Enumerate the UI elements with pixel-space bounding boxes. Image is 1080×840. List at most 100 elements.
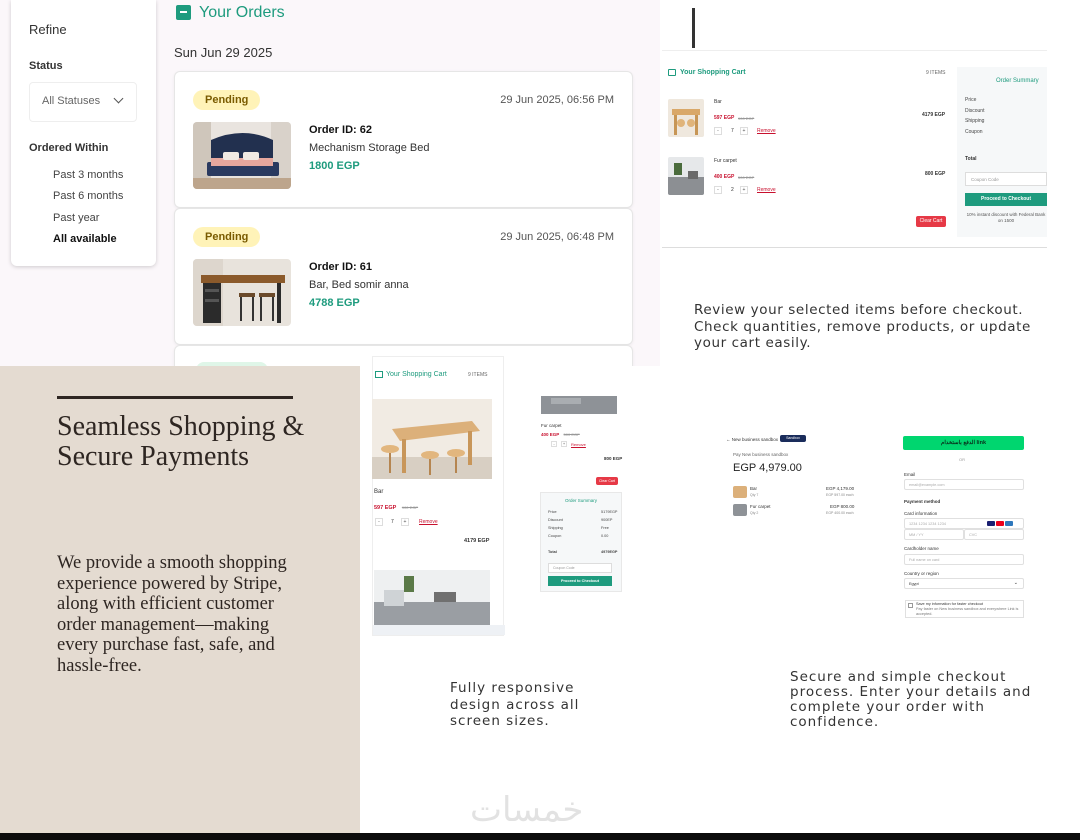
summary-label: Discount <box>548 518 563 522</box>
range-option-6-months[interactable]: Past 6 months <box>53 190 123 202</box>
order-card[interactable]: Pending 29 Jun 2025, 06:48 PM Order ID: … <box>174 208 633 345</box>
mastercard-icon <box>996 521 1004 526</box>
coupon-input[interactable]: Coupon Code <box>548 563 612 573</box>
summary-total-label: Total <box>548 550 557 554</box>
order-price: 1800 EGP <box>309 160 360 172</box>
card-expiry-field[interactable]: MM / YY <box>904 529 964 540</box>
pay-with-link-button[interactable]: الدفع باستخدام link <box>903 436 1024 450</box>
remove-button[interactable]: Remove <box>419 519 438 525</box>
qty-increment-button[interactable]: + <box>561 441 567 447</box>
product-image-carpet <box>374 570 490 625</box>
summary-value: 900EP <box>601 518 613 522</box>
refine-title: Refine <box>29 22 67 37</box>
qty-value: 2 <box>731 187 734 193</box>
order-card[interactable]: Pending 29 Jun 2025, 06:56 PM Order ID: … <box>174 71 633 208</box>
order-datetime: 29 Jun 2025, 06:48 PM <box>500 231 614 243</box>
range-option-past-year[interactable]: Past year <box>53 212 99 224</box>
cart-item-total: 800 EGP <box>604 456 623 461</box>
cart-item-total: 4179 EGP <box>922 112 946 118</box>
country-value: Egypt <box>909 582 919 586</box>
cart-icon <box>668 69 676 76</box>
qty-increment-button[interactable]: + <box>401 518 409 526</box>
order-id: Order ID: 62 <box>309 124 372 136</box>
card-cvc-field[interactable]: CVC <box>964 529 1024 540</box>
range-option-3-months[interactable]: Past 3 months <box>53 169 123 181</box>
qty-decrement-button[interactable]: - <box>551 441 557 447</box>
summary-label: Coupon <box>965 129 983 135</box>
coupon-input[interactable]: Coupon Code <box>965 172 1047 186</box>
checkout-item-unit: EGP 400.00 each <box>826 511 854 515</box>
orders-screenshot: Refine Status All Statuses Ordered Withi… <box>0 0 660 366</box>
chevron-down-icon: ⌄ <box>1013 580 1018 586</box>
payment-method-heading: Payment method <box>904 499 941 504</box>
product-image-bar <box>372 399 492 479</box>
promo-title: Seamless Shopping & Secure Payments <box>57 411 305 472</box>
range-option-all[interactable]: All available <box>53 233 117 245</box>
email-label: Email <box>904 472 916 477</box>
country-select[interactable]: Egypt ⌄ <box>904 578 1024 589</box>
checkout-amount: EGP 4,979.00 <box>733 462 802 474</box>
remove-button[interactable]: Remove <box>757 187 776 193</box>
checkout-item-price: EGP 800.00 <box>830 504 855 509</box>
cart-item-name: Fur carpet <box>714 158 737 164</box>
status-badge: Pending <box>193 227 261 247</box>
business-name[interactable]: ← New business sandbox <box>726 437 778 442</box>
cart-item-count: 9 ITEMS <box>926 70 946 76</box>
order-product-name: Bar, Bed somir anna <box>309 279 409 291</box>
clear-cart-button[interactable]: Clear Cart <box>596 477 618 485</box>
orders-heading: Your Orders <box>199 4 285 21</box>
remove-button[interactable]: Remove <box>571 442 586 447</box>
product-image-carpet <box>668 157 704 195</box>
visa-icon <box>987 521 995 526</box>
summary-label: Discount <box>965 108 985 114</box>
qty-increment-button[interactable]: + <box>740 127 748 135</box>
save-info-text: Save my information for faster checkout P… <box>916 602 1024 617</box>
summary-value: Free <box>601 526 609 530</box>
summary-value: 0.00 <box>601 534 609 538</box>
qty-increment-button[interactable]: + <box>740 186 748 194</box>
checkout-item-name: Bar <box>750 486 758 491</box>
business-name-text: New business sandbox <box>731 437 779 442</box>
discount-note: 10% instant discount with Federal Bank o… <box>966 212 1046 223</box>
summary-label: Price <box>548 510 557 514</box>
summary-total-value: 4979EGP <box>601 550 618 554</box>
cart-item-price: 597 EGP <box>374 505 397 511</box>
proceed-to-checkout-button[interactable]: Proceed to Checkout <box>548 576 612 586</box>
order-price: 4788 EGP <box>309 297 360 309</box>
cart-item-price: 400 EGP <box>714 174 735 180</box>
qty-decrement-button[interactable]: - <box>714 186 722 194</box>
summary-label: Coupon <box>548 534 562 538</box>
pay-to-label: Pay New business sandbox <box>733 452 789 457</box>
remove-button[interactable]: Remove <box>757 128 776 134</box>
cart-item-total: 4179 EGP <box>464 538 490 544</box>
card-info-label: Card information <box>904 511 938 516</box>
refine-panel: Refine Status All Statuses Ordered Withi… <box>11 0 156 266</box>
cart-title: Your Shopping Cart <box>680 69 746 76</box>
qty-value: 7 <box>731 128 734 134</box>
cardholder-label: Cardholder name <box>904 546 939 551</box>
cart-item-old-price: 900 EGP <box>401 505 419 510</box>
qty-decrement-button[interactable]: - <box>375 518 383 526</box>
qty-value: 7 <box>391 519 394 525</box>
cart-item-old-price: 500 EGP <box>563 432 580 437</box>
cardholder-field[interactable]: Full name on card <box>904 554 1024 565</box>
ordered-within-label: Ordered Within <box>29 142 109 154</box>
save-info-sub: Pay faster on New business sandbox and e… <box>916 607 1019 616</box>
order-product-name: Mechanism Storage Bed <box>309 142 430 154</box>
divider <box>692 8 695 48</box>
clear-cart-button[interactable]: Clear Cart <box>916 216 946 227</box>
order-datetime: 29 Jun 2025, 06:56 PM <box>500 94 614 106</box>
status-select[interactable]: All Statuses <box>29 82 137 122</box>
country-label: Country or region <box>904 571 939 576</box>
checkout-item-unit: EGP 597.00 each <box>826 493 854 497</box>
order-summary-heading: Order Summary <box>565 498 598 503</box>
cart-item-name: Fur carpet <box>541 423 562 428</box>
save-info-title: Save my information for faster checkout <box>916 602 983 606</box>
proceed-to-checkout-button[interactable]: Proceed to Checkout <box>965 193 1047 206</box>
cart-item-total: 800 EGP <box>925 171 946 177</box>
save-info-checkbox[interactable] <box>908 603 913 608</box>
product-image-bar <box>193 259 291 326</box>
checkout-caption: Secure and simple checkout process. Ente… <box>790 669 1032 730</box>
email-field[interactable]: email@example.com <box>904 479 1024 490</box>
qty-decrement-button[interactable]: - <box>714 127 722 135</box>
